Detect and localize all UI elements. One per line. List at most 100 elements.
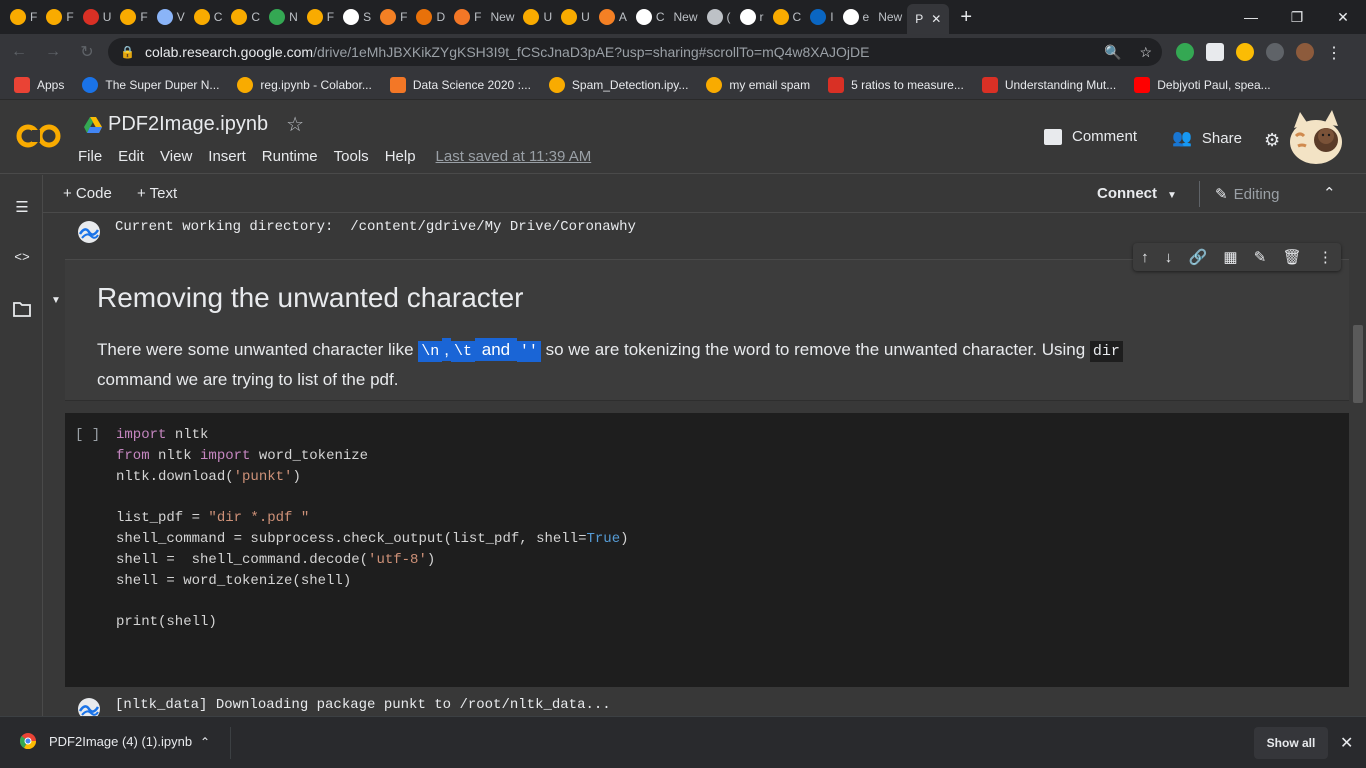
browser-tab[interactable]: S	[339, 4, 375, 30]
extension-print-icon[interactable]	[1206, 43, 1224, 61]
last-saved-link[interactable]: Last saved at 11:39 AM	[436, 148, 592, 165]
browser-tab[interactable]: New	[486, 4, 518, 30]
comment-button[interactable]: Comment	[1044, 128, 1137, 145]
browser-tab[interactable]: F	[42, 4, 77, 30]
browser-tab[interactable]: A	[595, 4, 631, 30]
bookmark-item[interactable]: Debjyoti Paul, spea...	[1134, 76, 1271, 93]
link-icon[interactable]: 🔗	[1189, 248, 1208, 266]
browser-tab[interactable]: F	[6, 4, 41, 30]
more-options-icon[interactable]: ⋮	[1318, 248, 1333, 266]
menu-insert[interactable]: Insert	[208, 148, 246, 165]
table-of-contents-icon[interactable]: ☰	[12, 197, 32, 217]
download-item[interactable]: PDF2Image (4) (1).ipynb	[20, 733, 192, 749]
share-button[interactable]: 👥 Share	[1172, 128, 1242, 148]
browser-tab[interactable]: V	[153, 4, 189, 30]
close-tab-icon[interactable]: ✕	[931, 12, 941, 26]
bookmark-item[interactable]: Apps	[14, 76, 64, 93]
colab-icon	[46, 9, 63, 25]
menu-runtime[interactable]: Runtime	[262, 148, 318, 165]
forward-arrow-icon[interactable]: →	[38, 37, 68, 67]
run-cell-button[interactable]: [ ]	[75, 427, 100, 443]
editing-mode-button[interactable]: ✎ Editing	[1215, 185, 1279, 203]
text-cell[interactable]: Removing the unwanted character There we…	[65, 259, 1349, 401]
google-drive-icon[interactable]	[84, 116, 102, 133]
delete-cell-icon[interactable]: 🗑	[1283, 248, 1302, 266]
folder-icon[interactable]	[12, 299, 32, 319]
browser-tab[interactable]: D	[412, 4, 449, 30]
bookmark-item[interactable]: 5 ratios to measure...	[828, 76, 964, 93]
scrollbar-thumb[interactable]	[1353, 325, 1363, 403]
new-tab-button[interactable]: +	[960, 6, 972, 29]
google-icon	[635, 9, 652, 25]
maximize-button[interactable]: ❐	[1274, 0, 1320, 34]
move-cell-up-icon[interactable]: ↑	[1141, 249, 1149, 266]
zoom-icon[interactable]: 🔍	[1104, 44, 1121, 61]
output-avatar-icon[interactable]	[77, 220, 101, 244]
extension-bulb-icon[interactable]	[1236, 43, 1254, 61]
minimize-button[interactable]: —	[1228, 0, 1274, 34]
browser-tab[interactable]: r	[736, 4, 768, 30]
menu-edit[interactable]: Edit	[118, 148, 144, 165]
show-all-button[interactable]: Show all	[1254, 727, 1328, 759]
address-bar[interactable]: 🔒 colab.research.google.com /drive/1eMhJ…	[108, 38, 1162, 66]
browser-tab[interactable]: e	[839, 4, 874, 30]
browser-tab[interactable]: F	[116, 4, 151, 30]
code-cell[interactable]: [ ] import nltk from nltk import word_to…	[65, 413, 1349, 687]
connect-button[interactable]: Connect ▼	[1097, 185, 1177, 202]
bookmark-item[interactable]: Understanding Mut...	[981, 76, 1116, 93]
browser-tab[interactable]: C	[769, 4, 806, 30]
browser-tab[interactable]: N	[265, 4, 302, 30]
add-text-button[interactable]: + Text	[137, 185, 177, 202]
gear-icon[interactable]: ⚙	[1264, 130, 1280, 151]
edit-cell-icon[interactable]: ✎	[1254, 248, 1267, 266]
browser-tab[interactable]: (	[703, 4, 735, 30]
star-icon[interactable]: ☆	[286, 112, 304, 137]
tab-active[interactable]: P ✕	[907, 4, 950, 34]
colab-logo-icon[interactable]	[16, 120, 62, 152]
avatar[interactable]	[1286, 106, 1350, 170]
menu-view[interactable]: View	[160, 148, 192, 165]
menu-file[interactable]: File	[78, 148, 102, 165]
menu-tools[interactable]: Tools	[334, 148, 369, 165]
browser-tab-label: e	[862, 10, 870, 24]
profile-avatar-icon[interactable]	[1296, 43, 1314, 61]
browser-tab[interactable]: U	[557, 4, 594, 30]
bookmark-item[interactable]: my email spam	[706, 76, 810, 93]
bookmark-item[interactable]: The Super Duper N...	[82, 76, 219, 93]
collapse-section-icon[interactable]: ▼	[51, 295, 61, 306]
browser-tab[interactable]: F	[303, 4, 338, 30]
back-arrow-icon[interactable]: ←	[4, 37, 34, 67]
browser-tab[interactable]: U	[519, 4, 556, 30]
chevron-down-icon[interactable]: ▼	[1167, 190, 1177, 201]
bookmark-item[interactable]: Spam_Detection.ipy...	[548, 76, 688, 93]
bookmark-item[interactable]: reg.ipynb - Colabor...	[237, 76, 372, 93]
extensions-puzzle-icon[interactable]	[1266, 43, 1284, 61]
close-window-button[interactable]: ✕	[1320, 0, 1366, 34]
reload-icon[interactable]: ↻	[72, 37, 102, 67]
browser-tab[interactable]: New	[670, 4, 702, 30]
browser-tab[interactable]: F	[376, 4, 411, 30]
browser-tab[interactable]: C	[227, 4, 264, 30]
browser-menu-icon[interactable]: ⋮	[1326, 43, 1344, 62]
chevron-up-icon[interactable]: ⌃	[1323, 184, 1336, 202]
add-code-button[interactable]: + Code	[63, 185, 112, 202]
browser-tab[interactable]: F	[450, 4, 485, 30]
menu-help[interactable]: Help	[385, 148, 416, 165]
output-avatar-icon[interactable]	[77, 697, 101, 716]
browser-tab[interactable]: I	[806, 4, 837, 30]
notebook-scrollbar[interactable]	[1350, 213, 1366, 716]
browser-tab[interactable]: New	[874, 4, 906, 30]
notebook-title-text[interactable]: PDF2Image.ipynb	[108, 113, 268, 136]
browser-tab[interactable]: C	[632, 4, 669, 30]
bookmark-star-icon[interactable]: ☆	[1139, 44, 1152, 61]
chevron-up-icon[interactable]: ⌃	[200, 735, 210, 749]
code-snippets-icon[interactable]: <>	[12, 247, 32, 267]
extension-globe-icon[interactable]	[1176, 43, 1194, 61]
browser-tab[interactable]: U	[79, 4, 116, 30]
browser-tab[interactable]: C	[190, 4, 227, 30]
bookmark-item[interactable]: Data Science 2020 :...	[389, 76, 531, 93]
move-cell-down-icon[interactable]: ↓	[1165, 249, 1173, 266]
add-comment-icon[interactable]: ▦	[1223, 248, 1237, 266]
close-icon[interactable]: ✕	[1340, 733, 1353, 753]
code-editor[interactable]: import nltk from nltk import word_tokeni…	[116, 425, 629, 633]
